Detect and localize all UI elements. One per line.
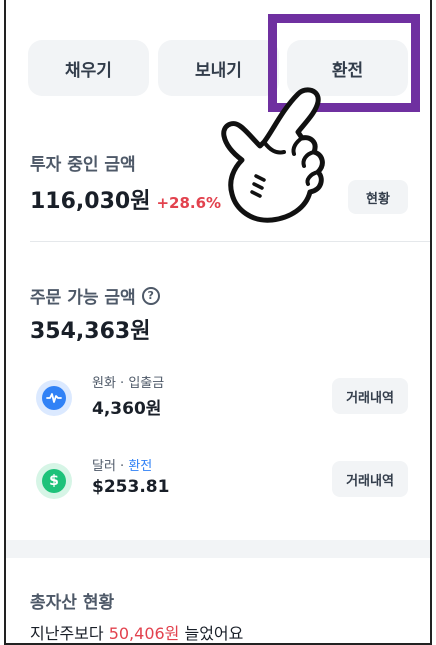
weekly-change-amount: 50,406원 [108, 624, 180, 643]
krw-account-balance: 4,360원 [92, 399, 162, 419]
status-button[interactable]: 현황 [348, 180, 408, 214]
usd-exchange-link[interactable]: 환전 [128, 459, 152, 474]
usd-account-row[interactable]: $ 달러 · 환전 $253.81 거래내역 [6, 451, 430, 511]
weekly-change-suffix: 늘었어요 [179, 624, 244, 643]
usd-account-name: 달러 · 환전 [92, 455, 152, 474]
investing-amount: 116,030원 [30, 189, 151, 214]
usd-history-button[interactable]: 거래내역 [332, 461, 408, 497]
pointing-hand-icon [221, 87, 325, 223]
dollar-glyph: $ [42, 469, 66, 493]
weekly-change-prefix: 지난주보다 [30, 624, 109, 643]
orderable-amount: 354,363원 [30, 319, 151, 344]
dollar-icon: $ [36, 463, 72, 499]
investing-label: 투자 중인 금액 [30, 155, 136, 175]
total-assets-label: 총자산 현황 [30, 593, 115, 613]
investing-amount-row: 116,030원 +28.6% [30, 183, 221, 215]
krw-history-button[interactable]: 거래내역 [332, 378, 408, 414]
section-gap [6, 540, 430, 558]
krw-account-name: 원화 · 입출금 [92, 376, 165, 391]
divider [30, 241, 430, 242]
weekly-change-line: 지난주보다 50,406원 늘었어요 [30, 620, 244, 643]
orderable-label: 주문 가능 금액 [30, 288, 136, 308]
usd-account-balance: $253.81 [92, 477, 170, 497]
orderable-label-row: 주문 가능 금액 ? [30, 283, 160, 308]
krw-wave-icon [36, 380, 72, 416]
usd-account-name-prefix: 달러 · [92, 459, 129, 474]
krw-account-row[interactable]: 원화 · 입출금 4,360원 거래내역 [6, 368, 430, 428]
help-icon[interactable]: ? [141, 286, 160, 305]
fill-button[interactable]: 채우기 [28, 40, 149, 96]
app-screen: 채우기 보내기 환전 투자 중인 금액 116,030원 +28.6% 현황 주… [4, 0, 432, 645]
